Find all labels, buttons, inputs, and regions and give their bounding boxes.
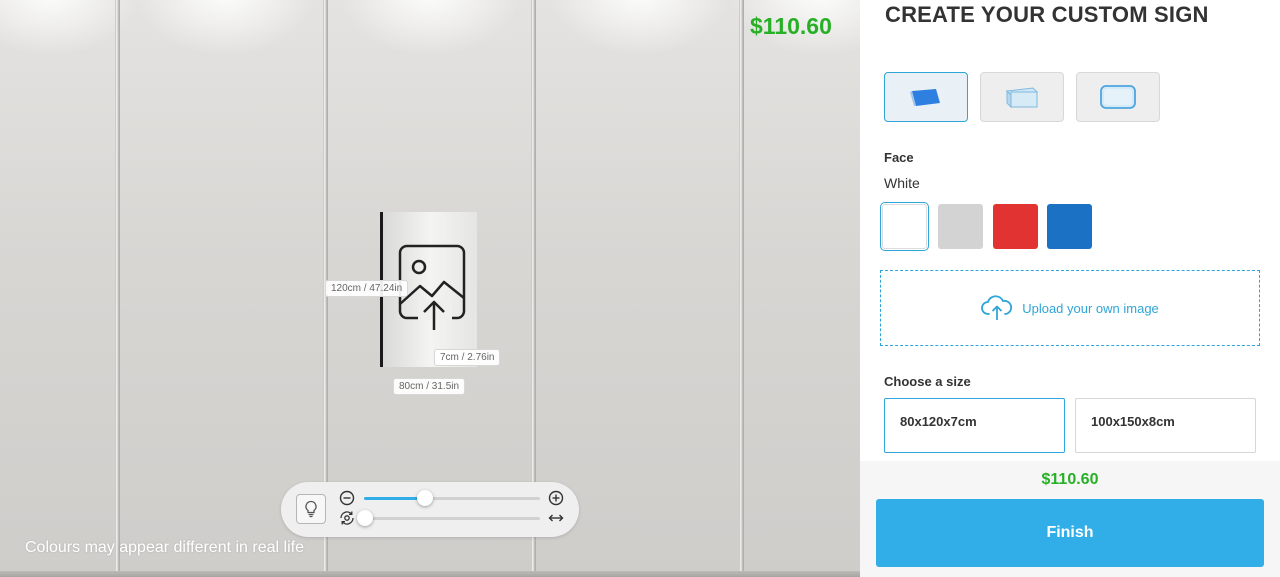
- zoom-slider[interactable]: [364, 490, 540, 506]
- color-swatch-white[interactable]: [880, 202, 929, 251]
- flat-panel-style-icon: [910, 89, 940, 106]
- sign-preview-scene: $110.60 120cm / 47.24in 7cm / 2.76in 80c…: [0, 0, 860, 577]
- page-title: CREATE YOUR CUSTOM SIGN: [885, 2, 1209, 27]
- zoom-out-icon[interactable]: [339, 490, 355, 506]
- checkout-footer: $110.60 Finish: [860, 461, 1280, 577]
- horizontal-arrows-icon[interactable]: [548, 510, 564, 526]
- wall-panel-seam: [739, 0, 744, 577]
- preview-price: $110.60: [750, 13, 832, 39]
- rounded-frame-style-icon: [1100, 85, 1136, 109]
- zoom-slider-handle[interactable]: [416, 490, 433, 506]
- lightbulb-icon: [305, 500, 317, 518]
- style-option-box[interactable]: [980, 72, 1064, 122]
- style-option-rounded[interactable]: [1076, 72, 1160, 122]
- style-option-flat[interactable]: [884, 72, 968, 122]
- face-selected-value: White: [884, 175, 920, 191]
- zoom-slider-fill: [364, 497, 424, 500]
- height-dimension-label: 120cm / 47.24in: [325, 280, 409, 297]
- colour-disclaimer: Colours may appear different in real lif…: [25, 539, 304, 556]
- box-frame-style-icon: [1005, 87, 1039, 109]
- color-swatch-grey[interactable]: [938, 204, 983, 249]
- upload-image-button[interactable]: Upload your own image: [880, 270, 1260, 346]
- finish-button[interactable]: Finish: [876, 499, 1264, 567]
- face-heading: Face: [884, 150, 914, 165]
- width-dimension-label: 80cm / 31.5in: [393, 378, 466, 395]
- size-option[interactable]: 80x120x7cm: [884, 398, 1065, 453]
- rotation-slider-handle[interactable]: [357, 510, 373, 526]
- rotation-slider[interactable]: [357, 510, 540, 526]
- image-upload-icon: [398, 244, 466, 330]
- rotate-icon[interactable]: [339, 510, 355, 526]
- total-price: $110.60: [1041, 471, 1099, 488]
- configurator-panel: CREATE YOUR CUSTOM SIGN Face White Uploa…: [860, 0, 1280, 577]
- depth-dimension-label: 7cm / 2.76in: [434, 349, 501, 366]
- upload-image-label: Upload your own image: [1022, 300, 1159, 316]
- zoom-in-icon[interactable]: [548, 490, 564, 506]
- lighting-toggle-button[interactable]: [296, 494, 326, 524]
- color-swatch-red[interactable]: [993, 204, 1038, 249]
- wall-panel-seam: [115, 0, 120, 577]
- floor-trim: [0, 571, 860, 577]
- preview-toolbar: [281, 482, 579, 537]
- color-swatch-blue[interactable]: [1047, 204, 1092, 249]
- cloud-upload-icon: [981, 295, 1013, 320]
- size-heading: Choose a size: [884, 374, 971, 389]
- size-option[interactable]: 100x150x8cm: [1075, 398, 1256, 453]
